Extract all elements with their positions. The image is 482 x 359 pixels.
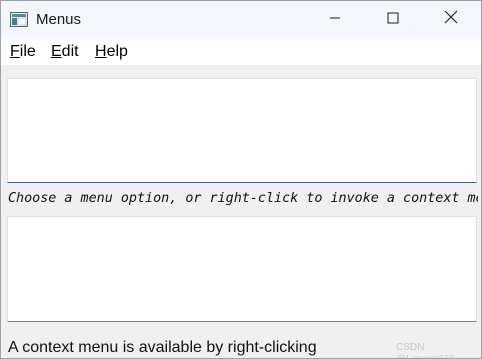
menu-help-label: elp (106, 43, 128, 60)
menu-help[interactable]: Help (95, 43, 128, 61)
main-window: Menus File Edit Help Choose a menu optio… (0, 0, 482, 359)
menu-bar: File Edit Help (1, 38, 481, 65)
window-app-icon (10, 12, 28, 27)
info-label: Choose a menu option, or right-click to … (8, 191, 478, 206)
menu-file-label: ile (19, 43, 36, 60)
menu-edit-label: dit (61, 43, 79, 60)
status-message: A context menu is available by right-cli… (8, 339, 317, 356)
menu-help-mnemonic: H (95, 43, 107, 60)
window-title: Menus (36, 11, 82, 28)
close-button[interactable] (422, 1, 480, 38)
minimize-icon (329, 11, 341, 29)
bottom-text-area[interactable] (7, 216, 477, 322)
menu-edit[interactable]: Edit (51, 43, 79, 61)
close-icon (444, 10, 458, 29)
menu-file[interactable]: File (10, 43, 36, 61)
maximize-icon (387, 11, 399, 29)
menu-edit-mnemonic: E (51, 43, 62, 60)
minimize-button[interactable] (306, 1, 364, 38)
title-bar[interactable]: Menus (1, 1, 481, 38)
maximize-button[interactable] (364, 1, 422, 38)
menu-file-mnemonic: F (10, 43, 20, 60)
watermark: CSDN @Liguopi666 (396, 342, 455, 358)
top-text-area[interactable] (7, 78, 477, 183)
